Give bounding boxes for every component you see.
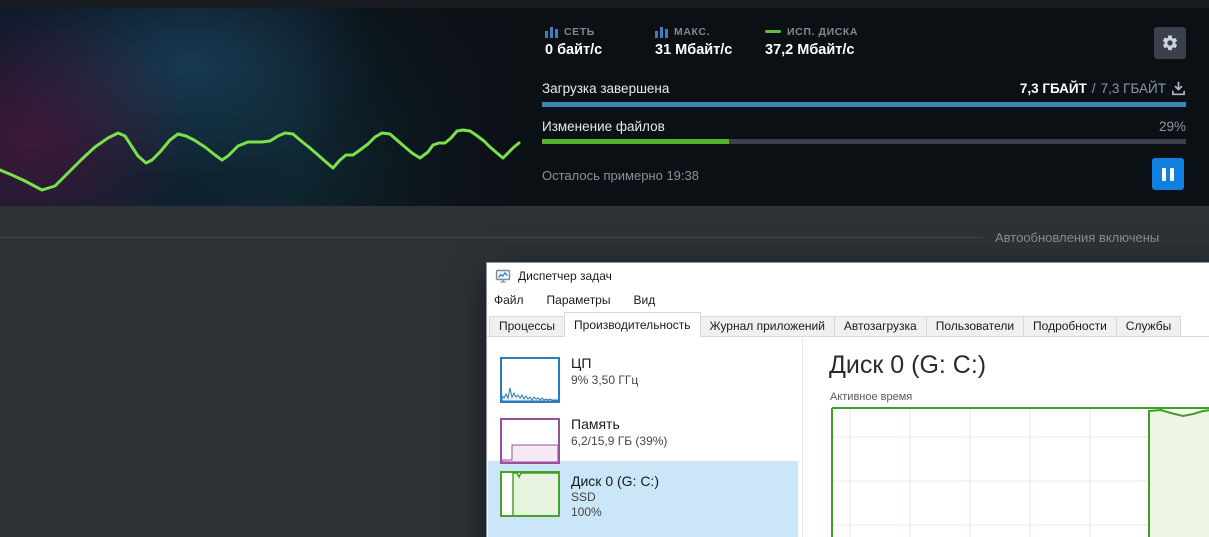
tab-details[interactable]: Подробности	[1023, 316, 1117, 336]
cpu-mini-graph	[500, 357, 560, 403]
network-bars-icon	[545, 27, 558, 38]
disk-type: SSD	[571, 490, 596, 504]
menu-view[interactable]: Вид	[633, 293, 655, 307]
cpu-value: 9% 3,50 ГГц	[571, 373, 639, 387]
menu-options[interactable]: Параметры	[547, 293, 611, 307]
section-divider	[0, 237, 983, 238]
stat-label: ИСП. ДИСКА	[787, 25, 859, 38]
tab-app-history[interactable]: Журнал приложений	[699, 316, 835, 336]
tab-processes[interactable]: Процессы	[489, 316, 566, 336]
sidebar-divider	[802, 338, 803, 537]
window-title: Диспетчер задач	[518, 269, 612, 283]
patching-percent: 29%	[1158, 119, 1186, 134]
pause-download-button[interactable]	[1152, 158, 1184, 190]
total-size: 7,3 ГБАЙТ	[1100, 81, 1166, 96]
stat-value: 37,2 Мбайт/с	[765, 42, 855, 58]
download-row: Загрузка завершена 7,3 ГБАЙТ / 7,3 ГБАЙТ	[542, 81, 1186, 96]
steam-download-panel: СЕТЬ 0 байт/с МАКС. 31 Мбайт/с ИСП. ДИСК…	[0, 0, 1209, 206]
autoupdates-label: Автообновления включены	[995, 230, 1160, 245]
time-remaining-label: Осталось примерно 19:38	[542, 168, 699, 183]
stat-label: СЕТЬ	[564, 25, 595, 38]
tab-performance[interactable]: Производительность	[564, 312, 701, 337]
download-progress-fill	[542, 102, 1186, 107]
download-progress-bar	[542, 102, 1186, 107]
download-status-label: Загрузка завершена	[542, 81, 670, 96]
download-size-info: 7,3 ГБАЙТ / 7,3 ГБАЙТ	[1020, 81, 1186, 96]
download-icon	[1172, 81, 1185, 96]
task-manager-window: Диспетчер задач Файл Параметры Вид Проце…	[486, 262, 1209, 537]
tab-users[interactable]: Пользователи	[925, 316, 1025, 336]
patching-row: Изменение файлов 29%	[542, 119, 1186, 134]
network-bars-icon	[655, 27, 668, 38]
detail-pane-title: Диск 0 (G: C:)	[829, 351, 987, 379]
memory-title: Память	[571, 416, 620, 432]
screen: СЕТЬ 0 байт/с МАКС. 31 Мбайт/с ИСП. ДИСК…	[0, 0, 1209, 537]
pause-icon	[1170, 167, 1174, 181]
network-graph-line	[0, 128, 521, 192]
disk-percent: 100%	[571, 505, 602, 519]
disk-mini-graph	[500, 471, 560, 517]
titlebar[interactable]: Диспетчер задач	[487, 263, 1209, 289]
pause-icon	[1162, 167, 1166, 181]
tab-services[interactable]: Службы	[1115, 316, 1182, 336]
patching-progress-fill	[542, 139, 729, 144]
downloaded-size: 7,3 ГБАЙТ	[1019, 81, 1087, 96]
memory-mini-graph	[500, 418, 560, 464]
size-separator: /	[1091, 81, 1096, 96]
patching-progress-bar	[542, 139, 1186, 144]
stat-value: 31 Мбайт/с	[655, 42, 733, 58]
cpu-title: ЦП	[571, 355, 592, 371]
menu-file[interactable]: Файл	[494, 293, 524, 307]
disk-title: Диск 0 (G: C:)	[571, 473, 659, 489]
disk-line-icon	[765, 30, 781, 33]
tab-startup[interactable]: Автозагрузка	[833, 316, 927, 336]
stat-value: 0 байт/с	[545, 42, 603, 58]
stat-label: МАКС.	[674, 25, 711, 38]
active-time-label: Активное время	[830, 391, 913, 403]
memory-value: 6,2/15,9 ГБ (39%)	[571, 434, 668, 448]
stat-peak: МАКС. 31 Мбайт/с	[655, 25, 732, 58]
stat-network: СЕТЬ 0 байт/с	[545, 25, 602, 58]
disk-usage-fill	[1149, 410, 1209, 537]
disk-activity-graph	[831, 407, 1209, 537]
gear-icon	[1162, 35, 1178, 51]
task-manager-app-icon	[495, 269, 511, 283]
stat-disk-usage: ИСП. ДИСКА 37,2 Мбайт/с	[765, 25, 858, 58]
download-settings-button[interactable]	[1154, 27, 1186, 59]
tab-strip: Процессы Производительность Журнал прило…	[487, 311, 1209, 337]
patching-label: Изменение файлов	[542, 119, 665, 134]
menu-bar: Файл Параметры Вид	[487, 289, 1209, 311]
network-activity-graph	[0, 128, 521, 192]
